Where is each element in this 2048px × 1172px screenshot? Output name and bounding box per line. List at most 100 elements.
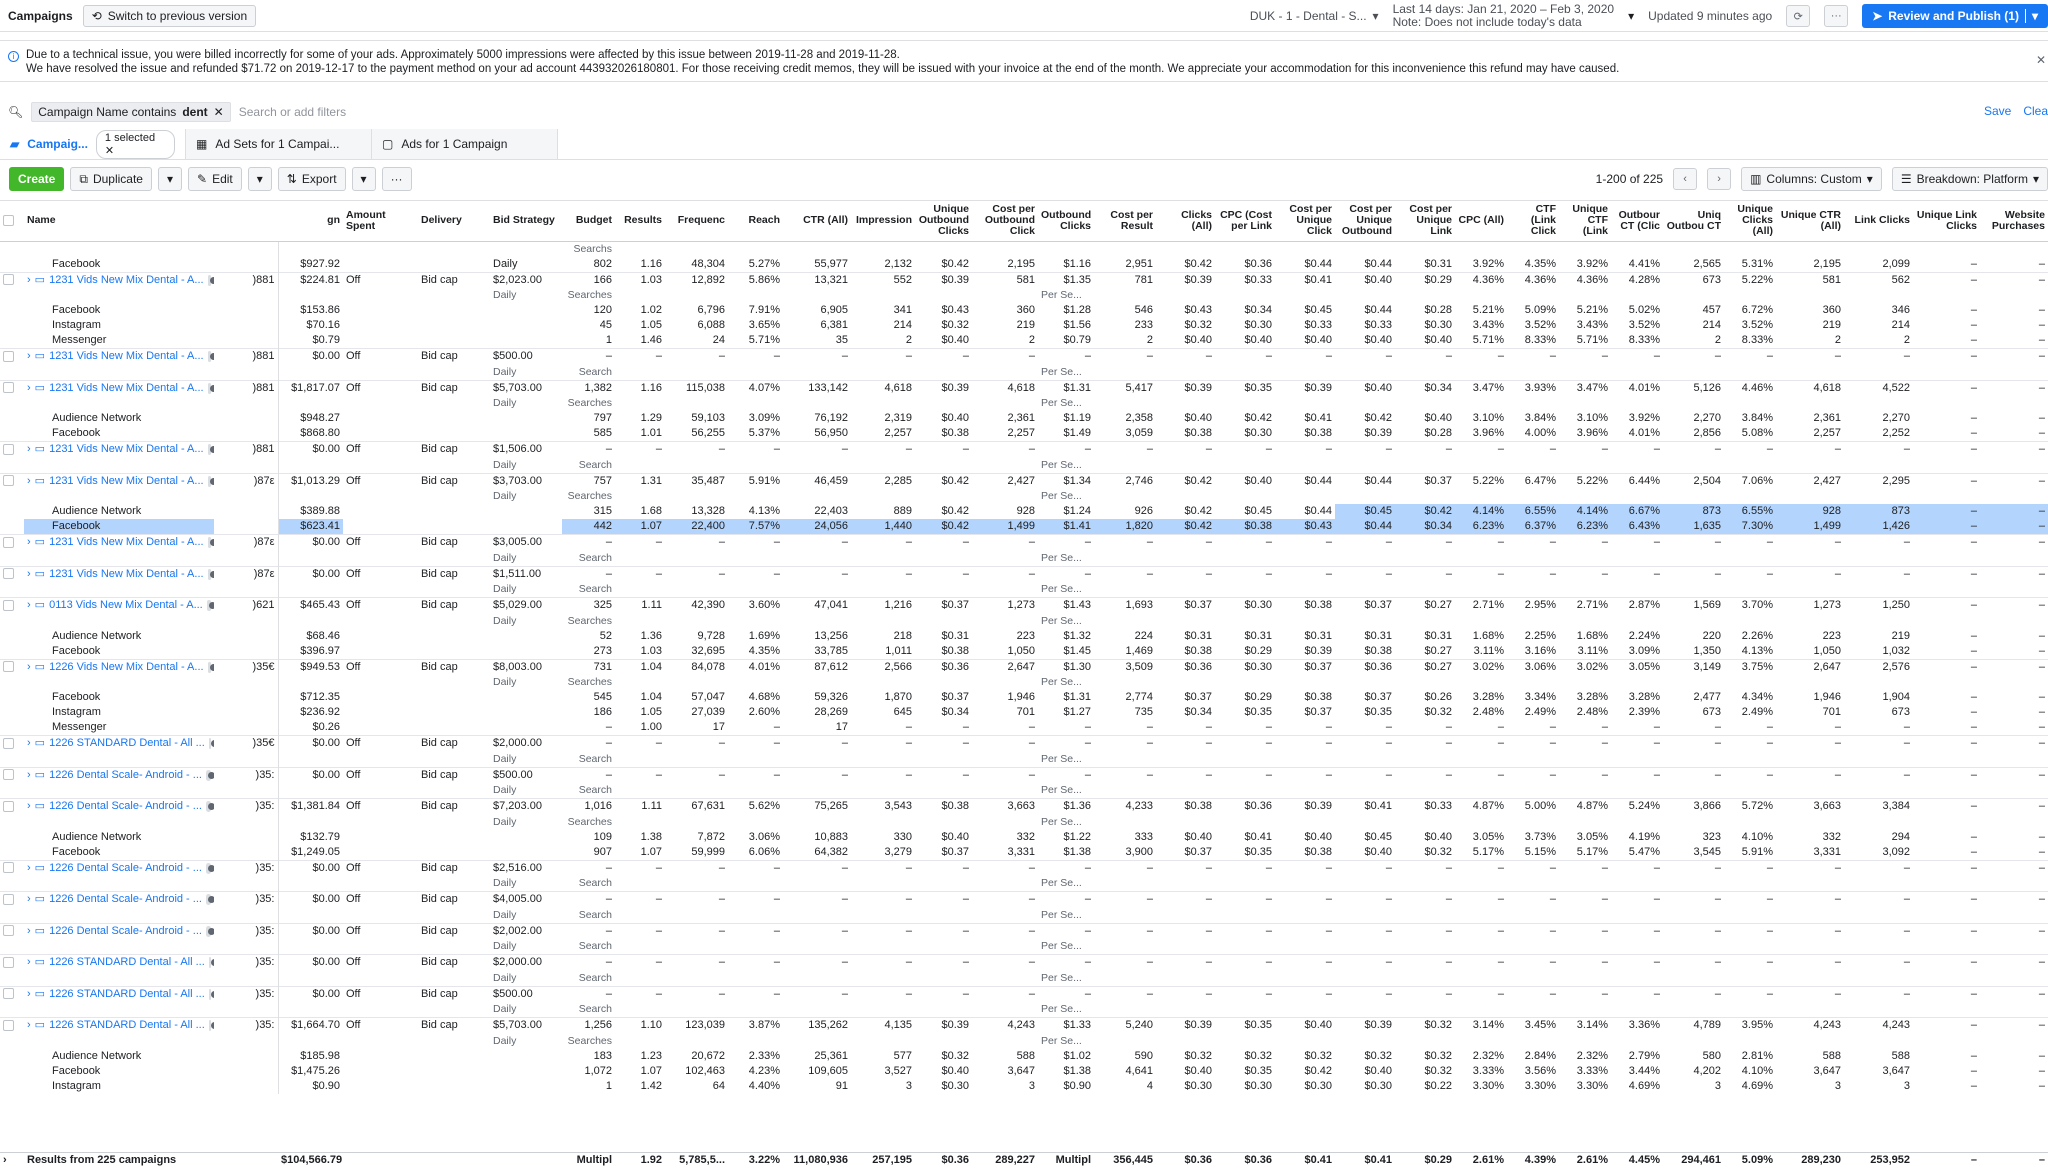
date-range-picker[interactable]: Last 14 days: Jan 21, 2020 – Feb 3, 2020… <box>1393 3 1615 29</box>
campaign-row[interactable]: › ▭ 1226 STANDARD Dental - All ...)35€ $0.0… <box>0 735 2048 752</box>
column-header[interactable]: Frequenc <box>665 201 728 242</box>
campaign-toggle[interactable] <box>205 862 214 874</box>
row-select-cell[interactable] <box>0 954 24 971</box>
expand-chevron-icon[interactable]: › <box>27 1019 31 1034</box>
campaign-name-link[interactable]: 1231 Vids New Mix Dental - A... <box>49 273 203 288</box>
columns-dropdown[interactable]: ▥ Columns: Custom ▾ <box>1741 167 1882 191</box>
campaign-row[interactable]: › ▭ 1231 Vids New Mix Dental - A...)87ε $0.… <box>0 565 2048 582</box>
breakdown-dropdown[interactable]: ☰ Breakdown: Platform ▾ <box>1891 167 2048 191</box>
campaign-toggle[interactable] <box>208 988 214 1000</box>
row-checkbox[interactable] <box>3 568 14 580</box>
campaign-name[interactable]: › ▭ 1231 Vids New Mix Dental - A... <box>27 381 214 396</box>
row-checkbox[interactable] <box>3 1019 14 1031</box>
column-header[interactable]: Cost per Result <box>1094 201 1156 242</box>
expand-chevron-icon[interactable]: › <box>27 893 31 908</box>
expand-chevron-icon[interactable]: › <box>27 987 31 1002</box>
name-cell[interactable]: › ▭ 1231 Vids New Mix Dental - A... <box>24 534 214 551</box>
campaign-row[interactable]: › ▭ 1226 Dental Scale- Android - ...)35: $0… <box>0 859 2048 876</box>
row-checkbox[interactable] <box>3 382 14 394</box>
expand-chevron-icon[interactable]: › <box>27 660 31 675</box>
review-publish-button[interactable]: ➤ Review and Publish (1) ▾ <box>1862 4 2048 28</box>
next-page-button[interactable]: › <box>1707 168 1732 190</box>
column-header[interactable]: Unique CTF (Link <box>1559 201 1611 242</box>
campaign-toggle[interactable] <box>205 894 214 905</box>
close-icon[interactable]: ✕ <box>214 105 224 119</box>
campaign-row[interactable]: › ▭ 1226 STANDARD Dental - All ...)35: $0.0… <box>0 954 2048 971</box>
campaign-name-link[interactable]: 1231 Vids New Mix Dental - A... <box>49 536 203 551</box>
tab-campaigns[interactable]: ▰ Campaig... 1 selected ✕ <box>0 129 186 159</box>
row-checkbox[interactable] <box>3 475 14 487</box>
row-checkbox[interactable] <box>3 769 14 781</box>
campaign-name[interactable]: › ▭ 1231 Vids New Mix Dental - A... <box>27 350 214 365</box>
expand-chevron-icon[interactable]: › <box>27 956 31 971</box>
row-checkbox[interactable] <box>3 443 14 455</box>
selected-pill[interactable]: 1 selected ✕ <box>95 129 175 159</box>
expand-chevron-icon[interactable]: › <box>27 737 31 752</box>
campaign-toggle[interactable] <box>205 769 214 781</box>
row-select-cell[interactable] <box>0 348 24 365</box>
column-header[interactable] <box>214 201 278 242</box>
column-header[interactable]: Impression <box>851 201 915 242</box>
name-cell[interactable]: › ▭ 1226 Dental Scale- Android - ... <box>24 922 214 939</box>
caret-down-icon[interactable]: ▾ <box>2024 9 2038 23</box>
name-cell[interactable]: › ▭ 1226 Dental Scale- Android - ... <box>24 859 214 876</box>
column-header[interactable]: Bid Strategy <box>490 201 562 242</box>
row-select-cell[interactable] <box>0 271 24 288</box>
row-checkbox[interactable] <box>3 893 14 905</box>
name-cell[interactable]: › ▭ 0113 Vids New Mix Dental - A... <box>24 597 214 614</box>
column-header[interactable]: Website Purchases <box>1980 201 2048 242</box>
campaign-name-link[interactable]: 1226 Vids New Mix Dental - A... <box>49 660 203 675</box>
column-header[interactable]: Outbour CT (Clic <box>1611 201 1663 242</box>
row-checkbox[interactable] <box>3 800 14 812</box>
column-header[interactable]: Unique Clicks (All) <box>1724 201 1776 242</box>
campaign-toggle[interactable] <box>207 568 214 580</box>
campaign-name-link[interactable]: 1231 Vids New Mix Dental - A... <box>49 474 203 489</box>
column-header[interactable]: Clicks (All) <box>1156 201 1215 242</box>
expand-chevron-icon[interactable]: › <box>27 768 31 783</box>
account-selector[interactable]: DUK - 1 - Dental - S... ▾ <box>1250 9 1379 23</box>
campaign-row[interactable]: › ▭ 1226 Dental Scale- Android - ...)35: $1… <box>0 798 2048 815</box>
column-header[interactable]: Amount Spent <box>343 201 418 242</box>
row-select-cell[interactable] <box>0 597 24 614</box>
row-select-cell[interactable] <box>0 798 24 815</box>
campaign-toggle[interactable] <box>208 957 214 968</box>
edit-dropdown[interactable]: ▾ <box>247 167 272 191</box>
row-checkbox[interactable] <box>3 350 14 362</box>
campaign-row[interactable]: › ▭ 1226 Dental Scale- Android - ...)35: $0… <box>0 922 2048 939</box>
column-header[interactable]: Delivery <box>418 201 490 242</box>
column-header[interactable]: Name <box>24 201 214 242</box>
campaign-toggle[interactable] <box>207 382 214 394</box>
campaign-name-link[interactable]: 1226 Dental Scale- Android - ... <box>49 861 202 876</box>
campaign-toggle[interactable] <box>208 738 214 749</box>
expand-chevron-icon[interactable]: › <box>27 381 31 396</box>
name-cell[interactable]: › ▭ 1226 Dental Scale- Android - ... <box>24 766 214 783</box>
row-select-cell[interactable] <box>0 472 24 489</box>
tab-adsets[interactable]: ▦ Ad Sets for 1 Campai... <box>186 129 372 159</box>
more-button[interactable]: ··· <box>1824 5 1849 27</box>
expand-chevron-icon[interactable]: › <box>27 567 31 582</box>
name-cell[interactable]: › ▭ 1226 STANDARD Dental - All ... <box>24 735 214 752</box>
row-select-cell[interactable] <box>0 1017 24 1034</box>
campaign-name[interactable]: › ▭ 0113 Vids New Mix Dental - A... <box>27 599 214 614</box>
row-checkbox[interactable] <box>3 925 14 937</box>
campaign-row[interactable]: › ▭ 1231 Vids New Mix Dental - A...)881 $0.… <box>0 441 2048 458</box>
column-header[interactable]: Cost per Unique Outbound <box>1335 201 1395 242</box>
campaign-name[interactable]: › ▭ 1226 Dental Scale- Android - ... <box>27 893 214 908</box>
more-actions-button[interactable]: ··· <box>381 167 412 191</box>
duplicate-button[interactable]: ⧉ Duplicate <box>70 167 152 191</box>
name-cell[interactable]: › ▭ 1226 STANDARD Dental - All ... <box>24 985 214 1002</box>
expand-chevron-icon[interactable]: › <box>27 800 31 815</box>
campaign-name[interactable]: › ▭ 1226 Dental Scale- Android - ... <box>27 861 214 876</box>
campaign-name-link[interactable]: 0113 Vids New Mix Dental - A... <box>49 599 203 614</box>
name-cell[interactable]: › ▭ 1231 Vids New Mix Dental - A... <box>24 348 214 365</box>
row-select-cell[interactable] <box>0 766 24 783</box>
column-header[interactable]: Uniq Outbou CT <box>1663 201 1724 242</box>
campaign-toggle[interactable] <box>207 537 214 548</box>
campaign-row[interactable]: › ▭ 0113 Vids New Mix Dental - A...)621 $46… <box>0 597 2048 614</box>
campaign-row[interactable]: › ▭ 1226 Vids New Mix Dental - A...)35€ $94… <box>0 658 2048 675</box>
campaign-name-link[interactable]: 1226 Dental Scale- Android - ... <box>49 924 202 939</box>
expand-chevron-icon[interactable]: › <box>27 536 31 551</box>
row-checkbox[interactable] <box>3 862 14 874</box>
row-select-cell[interactable] <box>0 658 24 675</box>
campaign-name[interactable]: › ▭ 1231 Vids New Mix Dental - A... <box>27 567 214 582</box>
